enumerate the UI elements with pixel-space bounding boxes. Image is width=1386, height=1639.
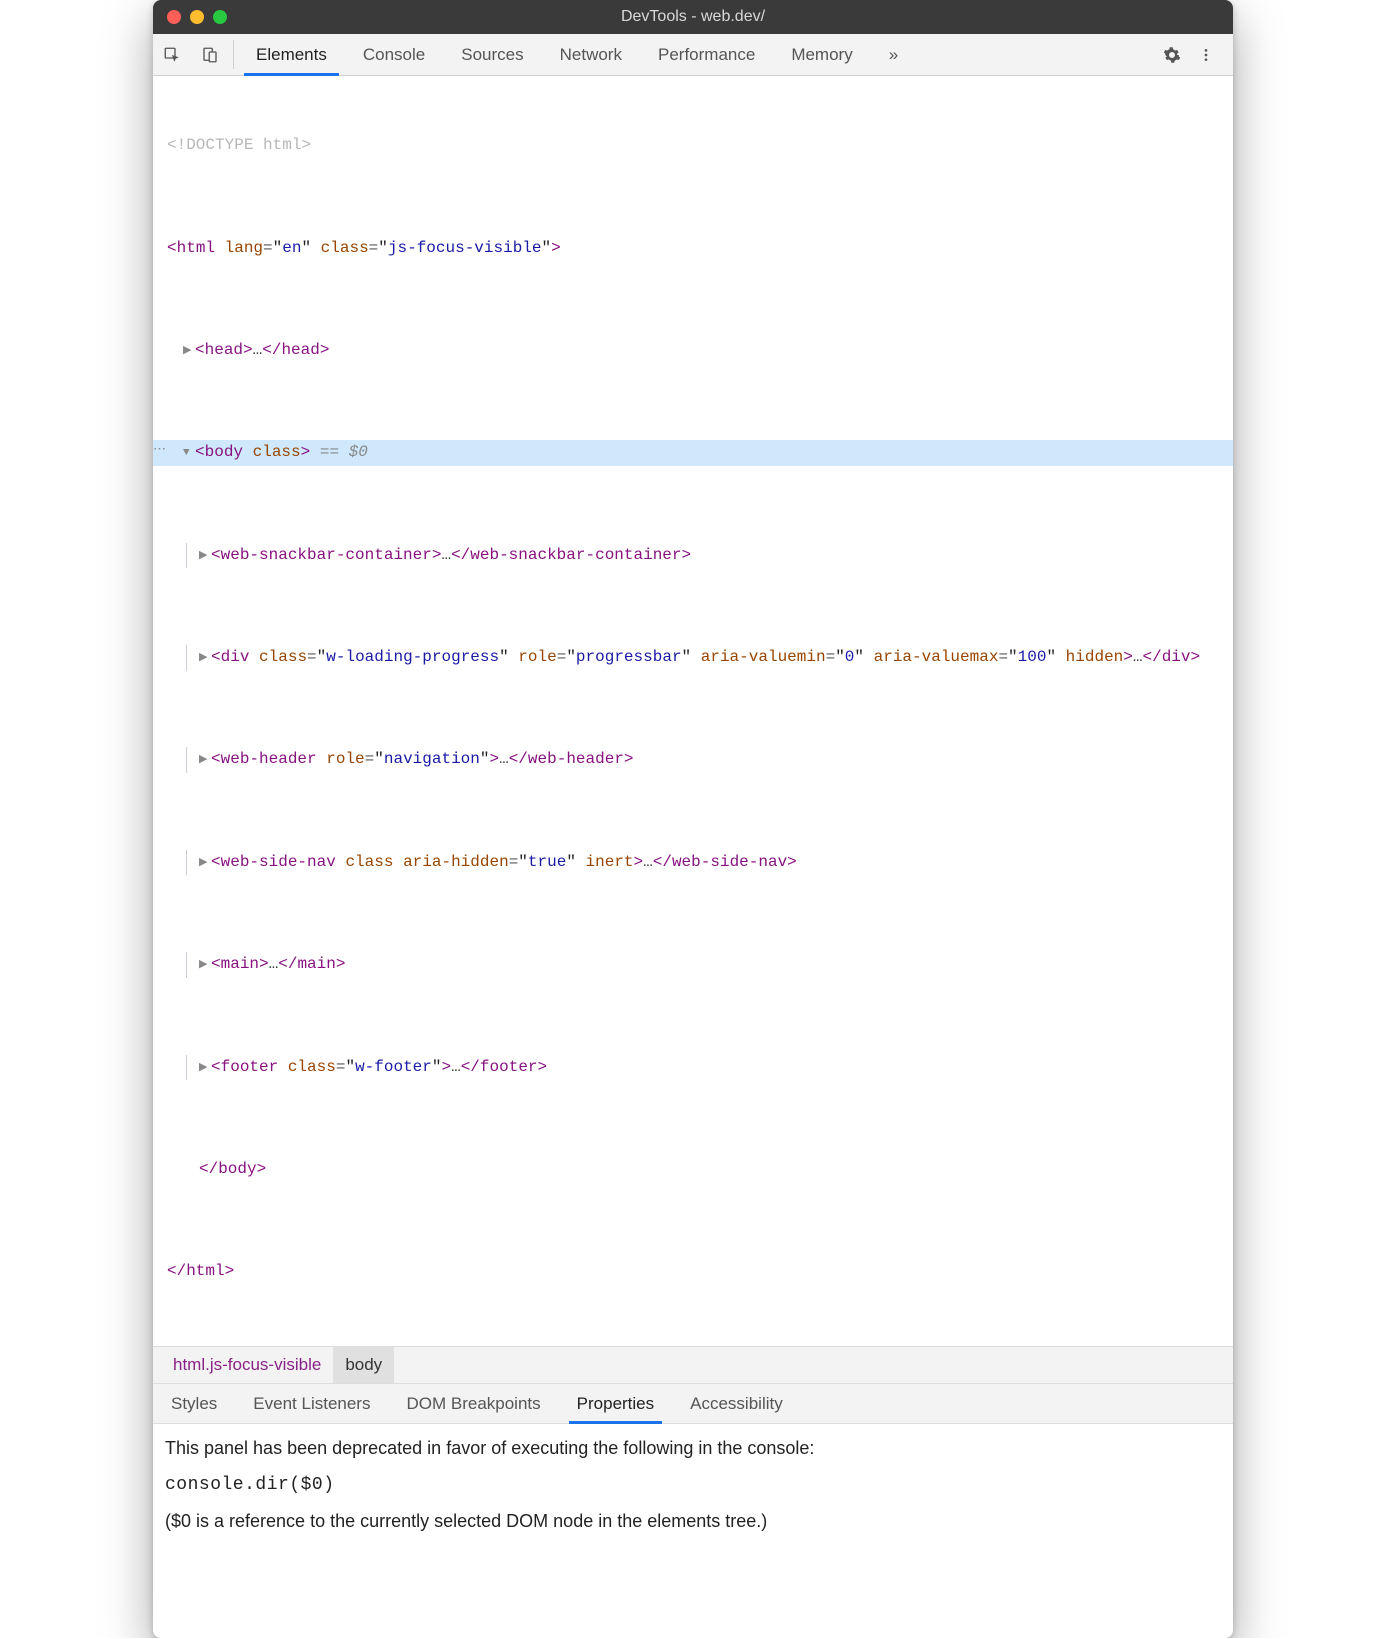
dom-node-child[interactable]: ▶<web-side-nav class aria-hidden="true" …: [153, 850, 1233, 876]
toolbar-divider: [233, 40, 234, 69]
subtab-event-listeners[interactable]: Event Listeners: [235, 1384, 388, 1423]
overflow-glyph: »: [889, 45, 898, 65]
expand-arrow-icon[interactable]: ▶: [199, 548, 211, 566]
tab-elements[interactable]: Elements: [238, 34, 345, 75]
maximize-window-button[interactable]: [213, 10, 227, 24]
subtab-label: Styles: [171, 1394, 217, 1414]
expand-arrow-icon[interactable]: ▶: [199, 855, 211, 873]
subtab-dom-breakpoints[interactable]: DOM Breakpoints: [388, 1384, 558, 1423]
subtab-label: Properties: [577, 1394, 654, 1414]
expand-arrow-icon[interactable]: ▶: [183, 343, 195, 361]
window-title: DevTools - web.dev/: [153, 8, 1233, 26]
selected-marker-icon: ⋯: [153, 440, 166, 461]
subtab-properties[interactable]: Properties: [559, 1384, 672, 1423]
breadcrumb-item[interactable]: html.js-focus-visible: [161, 1355, 333, 1375]
tab-label: Network: [560, 45, 622, 65]
properties-pane: This panel has been deprecated in favor …: [153, 1424, 1233, 1638]
tab-network[interactable]: Network: [542, 34, 640, 75]
tab-performance[interactable]: Performance: [640, 34, 773, 75]
expand-arrow-icon[interactable]: ▶: [199, 957, 211, 975]
subtab-label: Accessibility: [690, 1394, 783, 1414]
dom-node-child[interactable]: ▶<web-snackbar-container>…</web-snackbar…: [153, 543, 1233, 569]
expand-arrow-icon[interactable]: ▶: [199, 752, 211, 770]
tab-sources[interactable]: Sources: [443, 34, 541, 75]
dom-node-html-close[interactable]: </html>: [153, 1259, 1233, 1285]
dom-node-child[interactable]: ▶<div class="w-loading-progress" role="p…: [153, 645, 1233, 671]
inspect-element-icon[interactable]: [153, 34, 191, 75]
code-snippet: console.dir($0): [165, 1475, 1221, 1495]
close-window-button[interactable]: [167, 10, 181, 24]
toolbar-spacer: [916, 34, 1146, 75]
breadcrumb-item-selected[interactable]: body: [333, 1347, 394, 1383]
subtab-styles[interactable]: Styles: [153, 1384, 235, 1423]
tab-label: Console: [363, 45, 425, 65]
dom-node-doctype[interactable]: <!DOCTYPE html>: [153, 133, 1233, 159]
subtab-label: Event Listeners: [253, 1394, 370, 1414]
minimize-window-button[interactable]: [190, 10, 204, 24]
tabs-overflow-button[interactable]: »: [871, 34, 916, 75]
titlebar: DevTools - web.dev/: [153, 0, 1233, 34]
elements-dom-tree[interactable]: <!DOCTYPE html> <html lang="en" class="j…: [153, 76, 1233, 1346]
tab-label: Sources: [461, 45, 523, 65]
dom-node-body-selected[interactable]: ⋯▼<body class> == $0: [153, 440, 1233, 466]
deprecation-text: This panel has been deprecated in favor …: [165, 1438, 1221, 1459]
kebab-menu-icon[interactable]: [1189, 47, 1223, 63]
footnote-text: ($0 is a reference to the currently sele…: [165, 1511, 1221, 1532]
sidebar-tabs: Styles Event Listeners DOM Breakpoints P…: [153, 1384, 1233, 1424]
expand-arrow-icon[interactable]: ▶: [199, 1060, 211, 1078]
dom-node-head[interactable]: ▶<head>…</head>: [153, 338, 1233, 364]
settings-gear-icon[interactable]: [1155, 46, 1189, 64]
dom-node-child[interactable]: ▶<footer class="w-footer">…</footer>: [153, 1055, 1233, 1081]
panel-tabs: Elements Console Sources Network Perform…: [238, 34, 916, 75]
toolbar-right: [1146, 34, 1233, 75]
collapse-arrow-icon[interactable]: ▼: [183, 445, 195, 463]
subtab-accessibility[interactable]: Accessibility: [672, 1384, 801, 1423]
expand-arrow-icon[interactable]: ▶: [199, 650, 211, 668]
dom-node-html[interactable]: <html lang="en" class="js-focus-visible"…: [153, 236, 1233, 262]
devtools-window: DevTools - web.dev/ Elements Console Sou…: [153, 0, 1233, 1638]
dom-node-child[interactable]: ▶<web-header role="navigation">…</web-he…: [153, 747, 1233, 773]
tab-console[interactable]: Console: [345, 34, 443, 75]
tab-label: Performance: [658, 45, 755, 65]
device-toggle-icon[interactable]: [191, 34, 229, 75]
traffic-lights: [153, 10, 227, 24]
tab-label: Elements: [256, 45, 327, 65]
tab-label: Memory: [791, 45, 852, 65]
dom-node-child[interactable]: ▶<main>…</main>: [153, 952, 1233, 978]
subtab-label: DOM Breakpoints: [406, 1394, 540, 1414]
dom-node-body-close[interactable]: </body>: [153, 1157, 1233, 1183]
main-toolbar: Elements Console Sources Network Perform…: [153, 34, 1233, 76]
elements-breadcrumb: html.js-focus-visible body: [153, 1346, 1233, 1384]
tab-memory[interactable]: Memory: [773, 34, 870, 75]
